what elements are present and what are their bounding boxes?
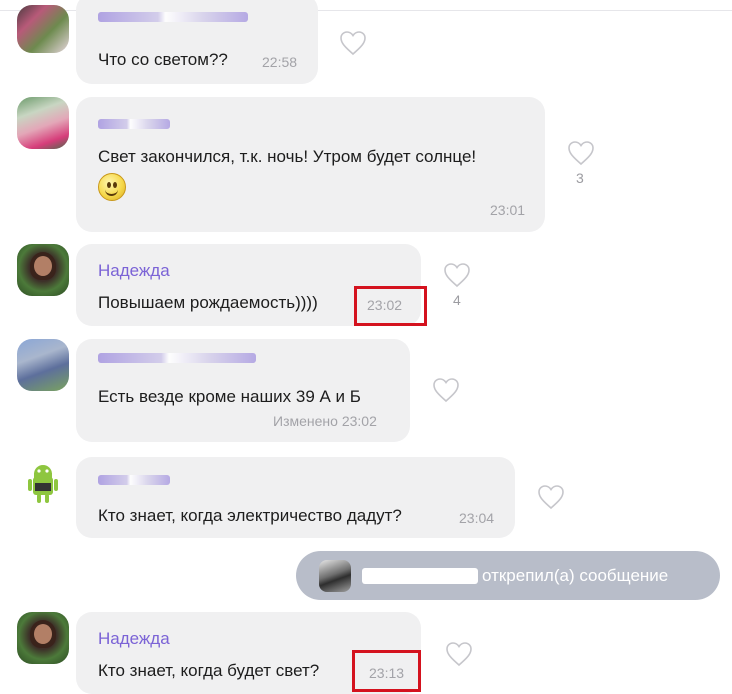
- message-bubble[interactable]: Свет закончился, т.к. ночь! Утром будет …: [76, 97, 545, 232]
- like-count: 4: [453, 292, 461, 308]
- like-heart-icon[interactable]: [537, 484, 565, 510]
- like-heart-icon[interactable]: [567, 140, 595, 166]
- message-time: Изменено 23:02: [273, 413, 377, 429]
- avatar[interactable]: [17, 612, 69, 664]
- message-text: Кто знает, когда будет свет?: [98, 661, 320, 680]
- author-name[interactable]: [98, 475, 170, 485]
- author-name[interactable]: Надежда: [98, 629, 170, 649]
- like-heart-icon[interactable]: [339, 30, 367, 56]
- smiley-emoji-icon: [98, 173, 126, 201]
- avatar[interactable]: [17, 339, 69, 391]
- android-icon: [28, 465, 58, 503]
- like-heart-icon[interactable]: [445, 641, 473, 667]
- message-text: Кто знает, когда электричество дадут?: [98, 506, 402, 525]
- message-time: 23:01: [490, 202, 526, 218]
- message-time: 22:58: [262, 54, 298, 70]
- message-time: 23:04: [459, 510, 495, 526]
- system-message-unpinned: открепил(а) сообщение: [296, 551, 720, 600]
- message-text: Свет закончился, т.к. ночь! Утром будет …: [98, 147, 477, 166]
- pinned-message-thumbnail[interactable]: [319, 560, 351, 592]
- like-heart-icon[interactable]: [443, 262, 471, 288]
- system-message-text: открепил(а) сообщение: [482, 566, 669, 585]
- message-text: Что со светом??: [98, 50, 228, 69]
- message-bubble[interactable]: Что со светом?? 22:58: [76, 0, 318, 84]
- author-name[interactable]: Надежда: [98, 261, 170, 281]
- like-heart-icon[interactable]: [432, 377, 460, 403]
- author-name[interactable]: [98, 353, 256, 363]
- message-bubble[interactable]: Есть везде кроме наших 39 А и Б Изменено…: [76, 339, 410, 442]
- avatar[interactable]: [17, 457, 69, 509]
- message-text: Есть везде кроме наших 39 А и Б: [98, 387, 361, 406]
- actor-name-redacted: [362, 568, 478, 584]
- timestamp-highlight: [352, 650, 421, 692]
- avatar[interactable]: [17, 244, 69, 296]
- message-text: Повышаем рождаемость)))): [98, 293, 318, 312]
- avatar[interactable]: [17, 5, 69, 53]
- timestamp-highlight: [354, 286, 427, 326]
- like-count: 3: [576, 170, 584, 186]
- avatar[interactable]: [17, 97, 69, 149]
- message-bubble[interactable]: Кто знает, когда электричество дадут? 23…: [76, 457, 515, 538]
- author-name[interactable]: [98, 119, 170, 129]
- author-name[interactable]: [98, 12, 248, 22]
